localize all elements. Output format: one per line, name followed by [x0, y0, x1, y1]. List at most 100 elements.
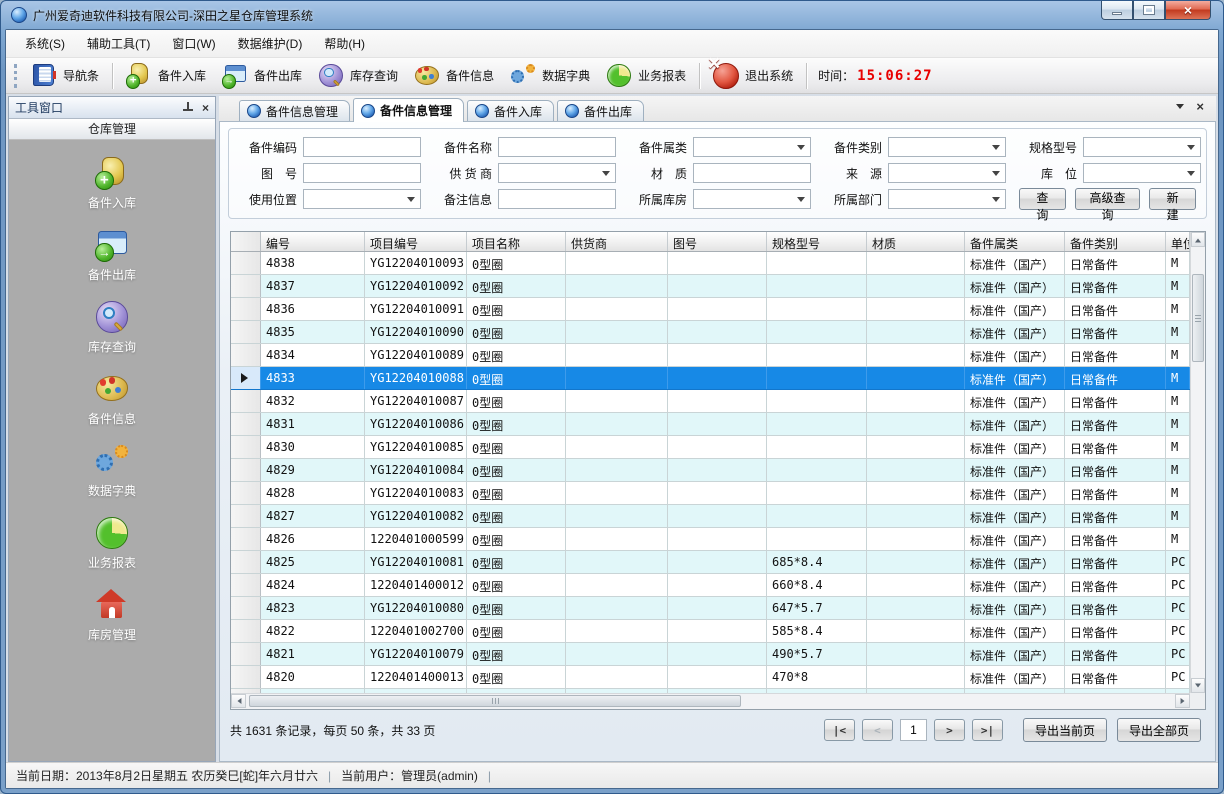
grid-cell[interactable] — [867, 298, 965, 320]
grid-cell[interactable] — [867, 528, 965, 550]
grid-cell[interactable]: 0型圈 — [467, 482, 566, 504]
row-indicator[interactable] — [231, 413, 261, 435]
export-current-page-button[interactable]: 导出当前页 — [1023, 718, 1107, 742]
grid-cell[interactable] — [566, 643, 668, 665]
grid-cell[interactable] — [767, 505, 867, 527]
grid-cell[interactable] — [668, 666, 767, 688]
column-header-8[interactable]: 备件类别 — [1065, 232, 1166, 251]
grid-cell[interactable] — [566, 666, 668, 688]
grid-cell[interactable] — [767, 436, 867, 458]
toolbar-grip[interactable] — [14, 64, 17, 88]
grid-cell[interactable]: 4823 — [261, 597, 365, 619]
grid-cell[interactable]: 标准件（国产） — [965, 482, 1065, 504]
grid-cell[interactable]: 4828 — [261, 482, 365, 504]
grid-cell[interactable] — [668, 390, 767, 412]
grid-cell[interactable]: 标准件（国产） — [965, 574, 1065, 596]
grid-cell[interactable] — [867, 436, 965, 458]
grid-cell[interactable]: YG12204010090 — [365, 321, 467, 343]
grid-cell[interactable]: 0型圈 — [467, 298, 566, 320]
grid-cell[interactable]: 0型圈 — [467, 390, 566, 412]
grid-cell[interactable]: 日常备件 — [1065, 620, 1166, 642]
grid-cell[interactable]: 0型圈 — [467, 666, 566, 688]
grid-cell[interactable]: 标准件（国产） — [965, 275, 1065, 297]
grid-cell[interactable] — [867, 597, 965, 619]
grid-cell[interactable]: 1220401000599 — [365, 528, 467, 550]
grid-cell[interactable]: 4836 — [261, 298, 365, 320]
row-indicator[interactable] — [231, 298, 261, 320]
row-indicator[interactable] — [231, 344, 261, 366]
grid-cell[interactable] — [566, 275, 668, 297]
grid-cell[interactable] — [668, 459, 767, 481]
grid-cell[interactable]: YG12204010079 — [365, 643, 467, 665]
grid-cell[interactable]: 标准件（国产） — [965, 252, 1065, 274]
column-header-7[interactable]: 备件属类 — [965, 232, 1065, 251]
grid-cell[interactable] — [566, 367, 668, 389]
source-select[interactable] — [888, 163, 1006, 183]
tab-parts-info-mgmt-2[interactable]: 备件信息管理 — [353, 98, 464, 122]
grid-cell[interactable] — [867, 505, 965, 527]
table-row[interactable]: 4831YG122040100860型圈标准件（国产）日常备件M — [231, 413, 1190, 436]
grid-cell[interactable] — [668, 551, 767, 573]
grid-cell[interactable] — [867, 413, 965, 435]
last-page-button[interactable]: >| — [972, 719, 1003, 741]
table-row[interactable]: 4830YG122040100850型圈标准件（国产）日常备件M — [231, 436, 1190, 459]
toolbar-button-parts-outbound[interactable]: 备件出库 — [214, 60, 310, 92]
grid-cell[interactable] — [867, 275, 965, 297]
horizontal-scrollbar[interactable] — [231, 693, 1190, 709]
grid-cell[interactable]: 1220401400012 — [365, 574, 467, 596]
grid-cell[interactable]: 0型圈 — [467, 551, 566, 573]
grid-cell[interactable]: M — [1166, 252, 1190, 274]
grid-cell[interactable] — [566, 551, 668, 573]
tab-close-icon[interactable]: × — [1196, 100, 1204, 113]
grid-cell[interactable]: 4833 — [261, 367, 365, 389]
grid-cell[interactable]: 日常备件 — [1065, 344, 1166, 366]
tool-window-close-icon[interactable]: × — [202, 102, 209, 114]
grid-cell[interactable]: 1220401002700 — [365, 620, 467, 642]
tab-parts-info-mgmt-1[interactable]: 备件信息管理 — [239, 100, 350, 121]
grid-cell[interactable]: 日常备件 — [1065, 298, 1166, 320]
column-header-9[interactable]: 单位 — [1166, 232, 1190, 251]
grid-cell[interactable] — [566, 436, 668, 458]
grid-cell[interactable]: 0型圈 — [467, 643, 566, 665]
grid-cell[interactable] — [566, 574, 668, 596]
prev-page-button[interactable]: < — [862, 719, 893, 741]
sidebar-item-parts-info[interactable]: 备件信息 — [88, 372, 136, 427]
grid-cell[interactable]: 0型圈 — [467, 459, 566, 481]
grid-cell[interactable]: 日常备件 — [1065, 459, 1166, 481]
row-indicator[interactable] — [231, 367, 261, 389]
row-indicator[interactable] — [231, 436, 261, 458]
grid-cell[interactable]: 4827 — [261, 505, 365, 527]
export-all-pages-button[interactable]: 导出全部页 — [1117, 718, 1201, 742]
grid-cell[interactable]: M — [1166, 321, 1190, 343]
grid-cell[interactable]: YG12204010085 — [365, 436, 467, 458]
sidebar-item-data-dictionary[interactable]: 数据字典 — [88, 444, 136, 499]
menu-item-window[interactable]: 窗口(W) — [161, 31, 226, 56]
grid-cell[interactable]: YG12204010093 — [365, 252, 467, 274]
department-select[interactable] — [888, 189, 1006, 209]
grid-cell[interactable] — [867, 321, 965, 343]
grid-cell[interactable] — [668, 597, 767, 619]
sidebar-item-parts-outbound[interactable]: 备件出库 — [88, 228, 136, 283]
grid-cell[interactable]: YG12204010083 — [365, 482, 467, 504]
grid-cell[interactable]: 标准件（国产） — [965, 344, 1065, 366]
row-indicator[interactable] — [231, 551, 261, 573]
grid-cell[interactable]: YG12204010087 — [365, 390, 467, 412]
grid-cell[interactable] — [668, 436, 767, 458]
horizontal-scroll-thumb[interactable] — [249, 695, 741, 707]
menu-item-system[interactable]: 系统(S) — [14, 31, 76, 56]
sidebar-item-business-report[interactable]: 业务报表 — [88, 516, 136, 571]
scroll-up-button[interactable] — [1191, 232, 1205, 247]
row-indicator[interactable] — [231, 321, 261, 343]
grid-cell[interactable] — [668, 505, 767, 527]
grid-cell[interactable]: 0型圈 — [467, 344, 566, 366]
grid-cell[interactable] — [668, 298, 767, 320]
table-row[interactable]: 4838YG122040100930型圈标准件（国产）日常备件M — [231, 252, 1190, 275]
tab-parts-outbound[interactable]: 备件出库 — [557, 100, 644, 121]
grid-cell[interactable]: 0型圈 — [467, 597, 566, 619]
grid-cell[interactable]: 日常备件 — [1065, 574, 1166, 596]
grid-cell[interactable]: YG12204010086 — [365, 413, 467, 435]
table-row[interactable]: 4837YG122040100920型圈标准件（国产）日常备件M — [231, 275, 1190, 298]
grid-cell[interactable]: 标准件（国产） — [965, 505, 1065, 527]
grid-cell[interactable] — [668, 321, 767, 343]
grid-cell[interactable] — [668, 252, 767, 274]
